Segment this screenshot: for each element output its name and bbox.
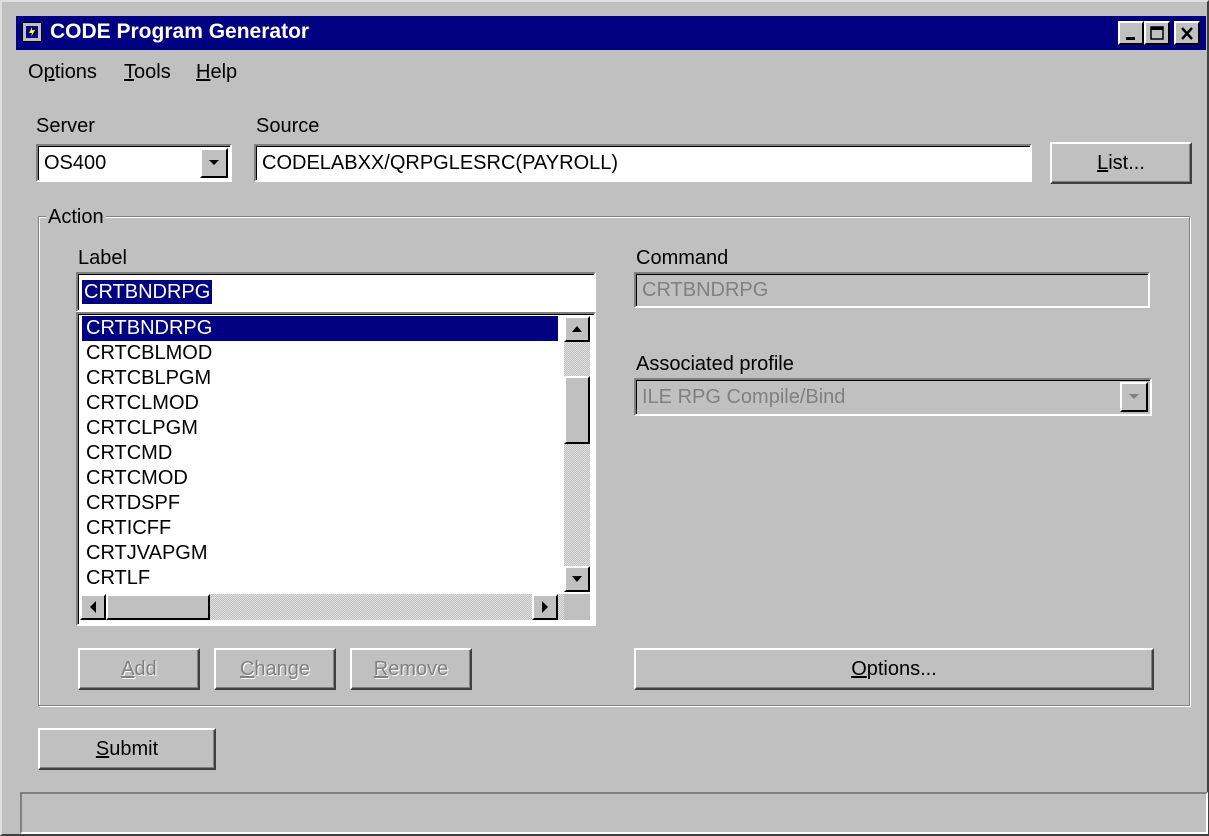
status-bar xyxy=(20,792,1208,834)
server-value: OS400 xyxy=(44,152,107,174)
submit-button[interactable]: Submit xyxy=(38,728,216,770)
source-input[interactable]: CODELABXX/QRPGLESRC(PAYROLL) xyxy=(254,144,1032,182)
server-combobox[interactable]: OS400 xyxy=(36,144,232,182)
menu-help[interactable]: Help xyxy=(196,60,237,84)
source-label: Source xyxy=(256,115,320,137)
minimize-button[interactable] xyxy=(1118,21,1144,45)
label-input-value: CRTBNDRPG xyxy=(82,280,213,304)
profile-dropdown-button[interactable] xyxy=(1120,382,1148,412)
profile-value: ILE RPG Compile/Bind xyxy=(642,386,846,408)
list-item[interactable]: CRTCMOD xyxy=(82,466,188,491)
scroll-up-arrow-icon xyxy=(572,326,582,332)
minimize-icon xyxy=(1126,37,1135,40)
vertical-scrollbar[interactable] xyxy=(564,316,590,592)
app-icon[interactable] xyxy=(22,22,42,42)
label-input[interactable]: CRTBNDRPG xyxy=(76,272,596,312)
title-bar[interactable]: CODE Program Generator xyxy=(16,16,1206,50)
list-item[interactable]: CRTCMD xyxy=(82,441,172,466)
list-item[interactable]: CRTCBLPGM xyxy=(82,366,211,391)
menu-options[interactable]: Options xyxy=(28,60,97,84)
main-window: CODE Program Generator Options Tools Hel… xyxy=(0,0,1209,836)
scroll-right-button[interactable] xyxy=(532,594,558,620)
list-item[interactable]: CRTICFF xyxy=(82,516,171,541)
list-item[interactable]: CRTJVAPGM xyxy=(82,541,208,566)
server-label: Server xyxy=(36,115,95,137)
maximize-button[interactable] xyxy=(1144,21,1170,45)
scroll-down-button[interactable] xyxy=(564,566,590,592)
profile-caption: Associated profile xyxy=(636,353,794,375)
command-value: CRTBNDRPG xyxy=(642,279,769,301)
scroll-left-arrow-icon xyxy=(90,601,96,613)
action-listbox[interactable]: CRTBNDRPG CRTCBLMOD CRTCBLPGM CRTCLMOD CRTCL… xyxy=(76,312,596,626)
vertical-scroll-thumb[interactable] xyxy=(564,376,590,444)
command-input[interactable]: CRTBNDRPG xyxy=(634,272,1150,308)
label-caption: Label xyxy=(78,247,127,269)
scroll-up-button[interactable] xyxy=(564,316,590,342)
dropdown-arrow-icon xyxy=(209,160,219,165)
maximize-icon xyxy=(1150,26,1164,40)
scroll-right-arrow-icon xyxy=(542,601,548,613)
list-item[interactable]: CRTDSPF xyxy=(82,491,180,516)
source-value: CODELABXX/QRPGLESRC(PAYROLL) xyxy=(262,152,619,174)
scroll-down-arrow-icon xyxy=(572,576,582,582)
profile-combobox[interactable]: ILE RPG Compile/Bind xyxy=(634,378,1152,416)
dropdown-arrow-icon xyxy=(1129,394,1139,399)
server-dropdown-button[interactable] xyxy=(200,148,228,178)
command-caption: Command xyxy=(636,247,729,269)
scroll-left-button[interactable] xyxy=(80,594,106,620)
window-title: CODE Program Generator xyxy=(50,20,310,43)
list-button[interactable]: List... xyxy=(1050,142,1192,184)
list-item[interactable]: CRTCLPGM xyxy=(82,416,198,441)
list-item[interactable]: CRTLF xyxy=(82,566,150,591)
action-legend: Action xyxy=(46,205,106,229)
list-item[interactable]: CRTCBLMOD xyxy=(82,341,212,366)
add-button[interactable]: Add xyxy=(78,648,200,690)
remove-button[interactable]: Remove xyxy=(350,648,472,690)
close-button[interactable] xyxy=(1174,21,1200,45)
close-icon xyxy=(1181,27,1193,40)
menu-tools[interactable]: Tools xyxy=(124,60,171,84)
scroll-corner xyxy=(564,594,590,620)
options-button[interactable]: Options... xyxy=(634,648,1154,690)
list-item[interactable]: CRTBNDRPG xyxy=(82,316,558,341)
change-button[interactable]: Change xyxy=(214,648,336,690)
list-item[interactable]: CRTCLMOD xyxy=(82,391,199,416)
horizontal-scroll-thumb[interactable] xyxy=(106,594,210,620)
